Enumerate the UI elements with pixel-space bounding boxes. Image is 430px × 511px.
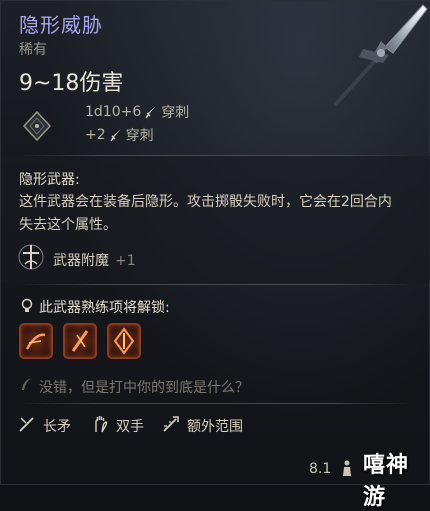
skill-slot-1[interactable] (19, 323, 53, 359)
damage-range: 9~18伤害 (19, 71, 124, 96)
tag-label: 额外范围 (187, 419, 243, 435)
tag-label: 双手 (116, 419, 144, 435)
reach-icon (163, 416, 179, 432)
item-weight: 8.1 (309, 461, 332, 477)
dice-icon (22, 110, 52, 142)
two-hands-icon (95, 416, 108, 433)
enchant-icon (18, 244, 44, 270)
dagger-icon (145, 106, 157, 119)
divider (19, 284, 413, 285)
proficiency-label: 此武器熟练项将解锁: (39, 300, 170, 316)
roll-dice: +2 (85, 127, 106, 143)
slash-skill-icon (25, 333, 46, 350)
roll-row: 1d10+6 穿刺 (85, 102, 189, 122)
description-title: 隐形武器: (19, 172, 80, 188)
pierce-skill-icon (113, 327, 135, 355)
strike-skill-icon (71, 330, 89, 352)
weight-icon (343, 460, 351, 476)
flavor-text: 没错，但是打中你的到底是什么？ (39, 380, 249, 396)
item-rarity: 稀有 (19, 42, 47, 58)
enchant-bonus: +1 (115, 253, 136, 269)
description-body: 这件武器会在装备后隐形。攻击掷骰失败时，它会在2回合内失去这个属性。 (19, 194, 392, 233)
spear-icon (19, 417, 34, 432)
roll-dice: 1d10+6 (85, 104, 142, 120)
lightbulb-icon (21, 298, 33, 312)
skill-slot-3[interactable] (107, 323, 141, 359)
weapon-enchant: 武器附魔 +1 (53, 250, 136, 270)
roll-type: 穿刺 (161, 105, 190, 121)
dagger-icon (110, 129, 121, 142)
divider (19, 403, 413, 404)
roll-type: 穿刺 (125, 128, 154, 144)
quill-icon (22, 378, 31, 390)
roll-row: +2 穿刺 (85, 125, 154, 145)
skill-slot-2[interactable] (63, 323, 97, 359)
spear-art-icon (333, 4, 428, 107)
item-name: 隐形威胁 (19, 13, 103, 37)
watermark-logo: 嘻神游 (363, 453, 410, 510)
tag-label: 长矛 (43, 419, 71, 435)
item-tooltip: 隐形威胁 稀有 9~18伤害 1d10+6 穿刺 +2 穿刺 隐形武器: 这件武… (0, 0, 430, 510)
enchant-label: 武器附魔 (53, 253, 109, 269)
